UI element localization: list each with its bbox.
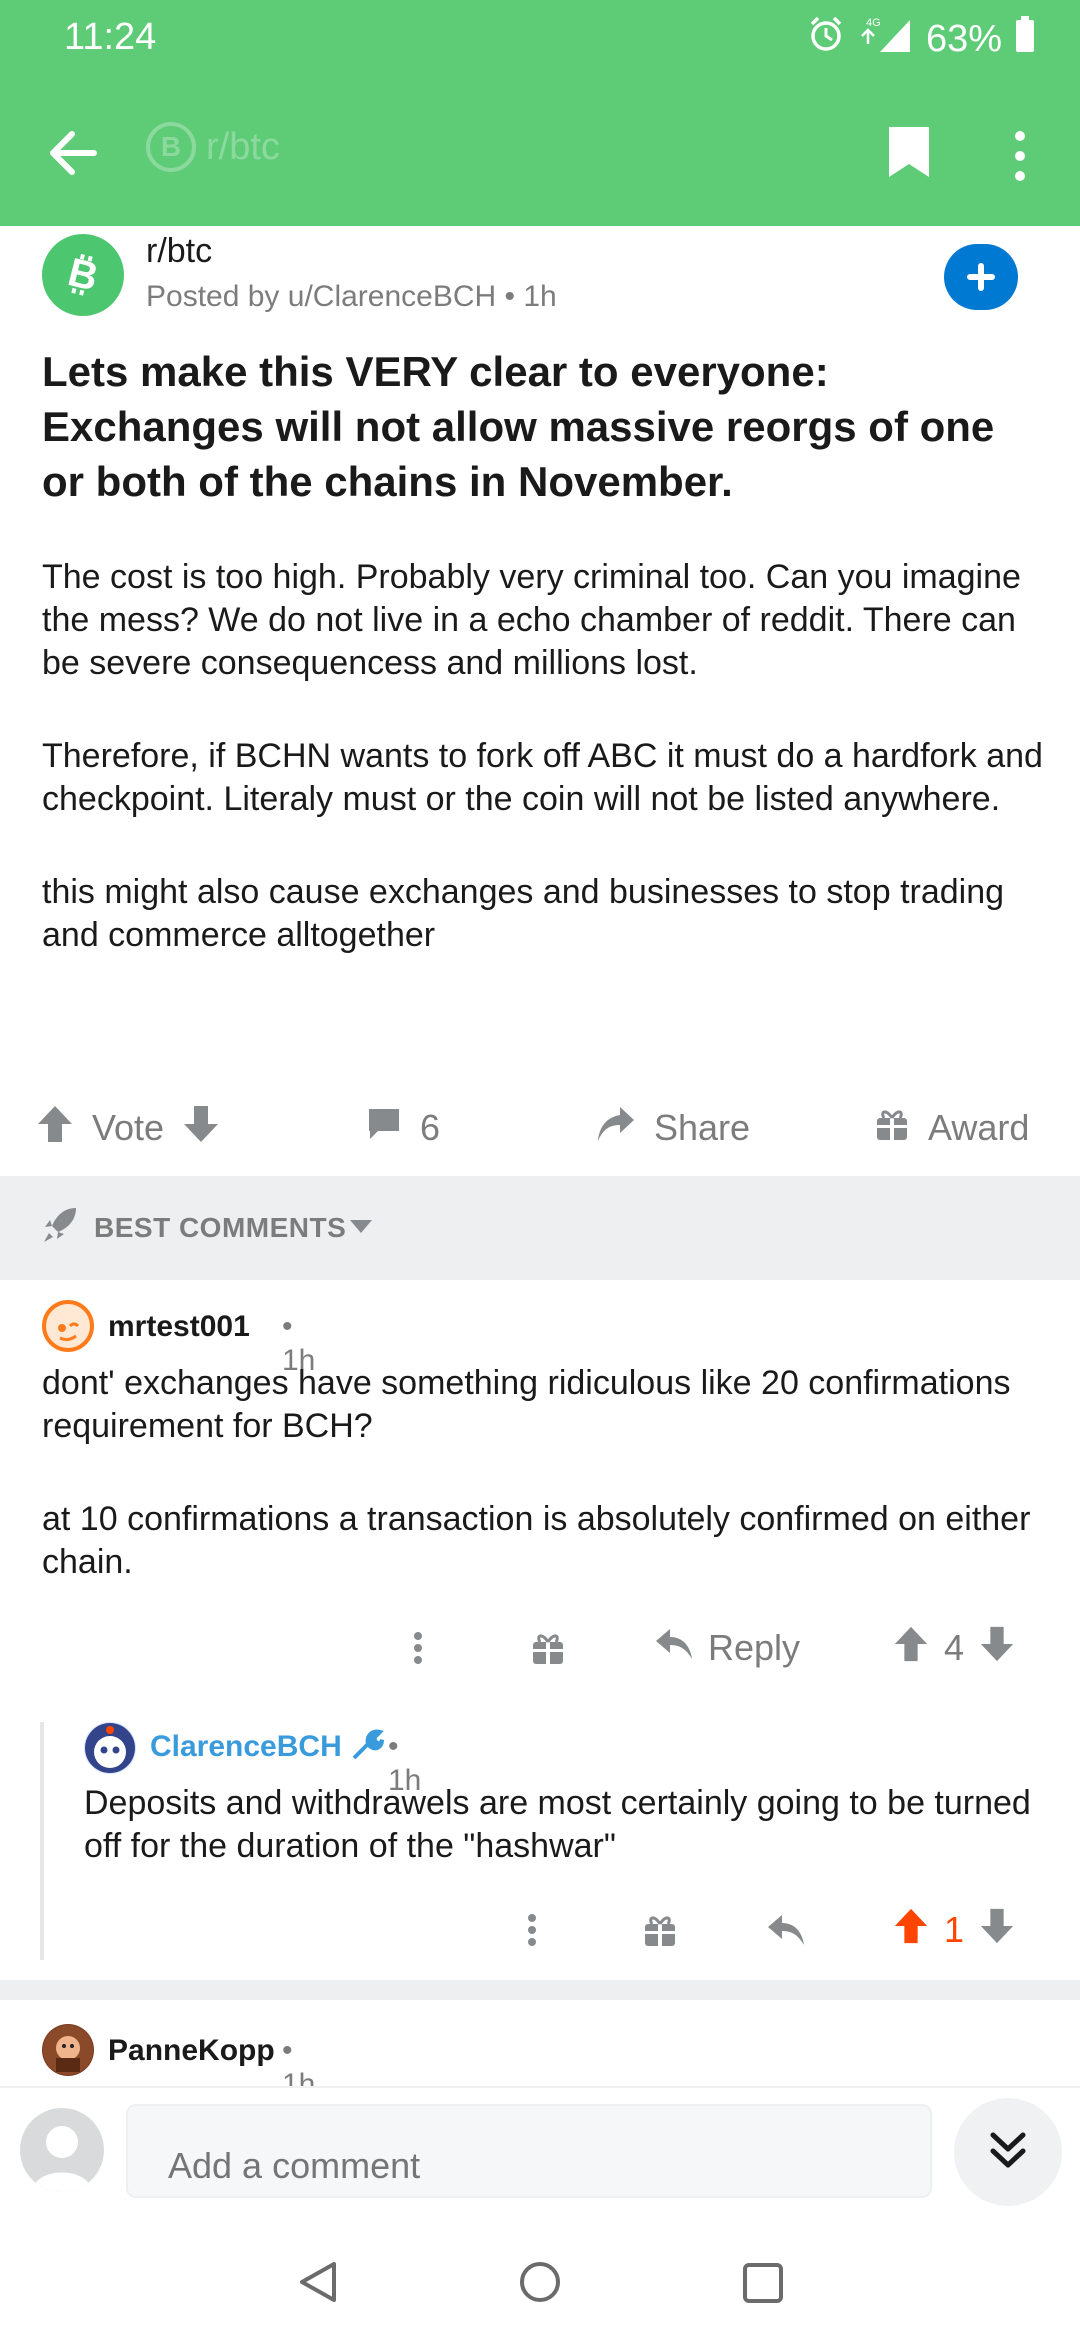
- network-type: 4G: [866, 17, 881, 29]
- status-bar: 11:24 4G 63%: [0, 0, 1080, 80]
- comment-vote-group: 4: [892, 1618, 1016, 1678]
- vote-score: 1: [944, 1909, 965, 1950]
- comments-sort-bar[interactable]: BEST COMMENTS: [0, 1176, 1080, 1280]
- gift-icon: [874, 1106, 910, 1151]
- comment-vote-group: 1: [892, 1900, 1016, 1960]
- comment-actions: Reply 4: [0, 1618, 1080, 1678]
- comment-paragraph: Deposits and withdrawels are most certai…: [84, 1784, 1031, 1865]
- battery-percent: 63%: [925, 17, 1002, 60]
- nav-back-icon[interactable]: [298, 2260, 338, 2309]
- chevron-down-icon: [350, 1220, 372, 1239]
- avatar[interactable]: [42, 1300, 94, 1352]
- reply-icon[interactable]: [766, 1900, 806, 1960]
- post-paragraph: this might also cause exchanges and busi…: [42, 873, 1005, 954]
- more-options-icon[interactable]: [412, 1618, 424, 1678]
- avatar[interactable]: [84, 1722, 136, 1774]
- comment-actions: 1: [0, 1900, 1080, 1960]
- upvote-icon[interactable]: [892, 1907, 930, 1954]
- app-bar: B r/btc: [0, 80, 1080, 226]
- vote-group: Vote: [36, 1090, 220, 1166]
- status-icons: 4G 63%: [806, 14, 1036, 64]
- nav-home-icon[interactable]: [518, 2260, 562, 2309]
- bitcoin-icon: B: [146, 122, 196, 172]
- more-options-icon[interactable]: [526, 1900, 538, 1960]
- sort-label: BEST COMMENTS: [94, 1212, 347, 1243]
- downvote-icon[interactable]: [978, 1907, 1016, 1954]
- comment-input-bar: [0, 2086, 1080, 2218]
- comment-body: Deposits and withdrawels are most certai…: [84, 1782, 1054, 1918]
- upvote-icon[interactable]: [36, 1104, 74, 1153]
- comment-username[interactable]: PanneKopp: [108, 2034, 275, 2068]
- subreddit-avatar[interactable]: B: [42, 234, 124, 316]
- nav-recents-icon[interactable]: [742, 2262, 784, 2309]
- back-arrow-icon[interactable]: [44, 124, 102, 187]
- avatar[interactable]: [42, 2024, 94, 2076]
- comment-bubble-icon: [366, 1106, 402, 1151]
- award-label: Award: [928, 1107, 1030, 1148]
- comments-count: 6: [420, 1107, 441, 1148]
- reply-label: Reply: [708, 1627, 801, 1668]
- reply-button[interactable]: Reply: [654, 1618, 800, 1678]
- comment-input[interactable]: [126, 2104, 932, 2198]
- downvote-icon[interactable]: [978, 1625, 1016, 1672]
- subreddit-title[interactable]: B r/btc: [146, 122, 280, 172]
- comment-username[interactable]: mrtest001: [108, 1310, 250, 1344]
- moderator-wrench-icon: [348, 1728, 384, 1769]
- award-icon[interactable]: [642, 1900, 678, 1960]
- reply-icon: [654, 1627, 694, 1670]
- comment-divider: [0, 1980, 1080, 2000]
- user-avatar[interactable]: [20, 2108, 104, 2192]
- comment-username[interactable]: ClarenceBCH: [150, 1730, 342, 1764]
- comments-button[interactable]: 6: [366, 1090, 440, 1166]
- bookmark-icon[interactable]: [886, 124, 932, 185]
- battery-icon: [1014, 14, 1036, 64]
- subreddit-name[interactable]: r/btc: [146, 232, 212, 271]
- award-icon[interactable]: [530, 1618, 566, 1678]
- more-options-icon[interactable]: [1010, 128, 1030, 189]
- vote-label: Vote: [92, 1107, 165, 1148]
- share-button[interactable]: Share: [596, 1090, 750, 1166]
- posted-by[interactable]: Posted by u/ClarenceBCH • 1h: [146, 280, 557, 314]
- status-time: 11:24: [64, 16, 157, 58]
- signal-icon: 4G: [858, 14, 914, 64]
- upvote-icon[interactable]: [892, 1625, 930, 1672]
- system-nav-bar: [0, 2216, 1080, 2340]
- share-label: Share: [654, 1107, 751, 1148]
- post-paragraph: Therefore, if BCHN wants to fork off ABC…: [42, 737, 1043, 818]
- post-title: Lets make this VERY clear to everyone: E…: [42, 348, 995, 505]
- double-chevron-down-icon: [987, 2129, 1029, 2176]
- vote-score: 4: [944, 1627, 965, 1668]
- comment-paragraph: at 10 confirmations a transaction is abs…: [42, 1500, 1031, 1581]
- rocket-icon: [42, 1206, 78, 1249]
- collapse-comments-button[interactable]: [954, 2098, 1062, 2206]
- post-actions: Vote 6 Share Award: [0, 1090, 1080, 1166]
- award-button[interactable]: Award: [874, 1090, 1029, 1166]
- alarm-icon: [806, 14, 846, 64]
- comment-body: dont' exchanges have something ridiculou…: [42, 1362, 1052, 1634]
- subreddit-title-label: r/btc: [206, 125, 280, 168]
- downvote-icon[interactable]: [182, 1104, 220, 1153]
- share-arrow-icon: [596, 1105, 636, 1152]
- comment-paragraph: dont' exchanges have something ridiculou…: [42, 1364, 1011, 1445]
- join-button[interactable]: [944, 244, 1018, 310]
- post-body: The cost is too high. Probably very crim…: [42, 556, 1052, 1007]
- post-paragraph: The cost is too high. Probably very crim…: [42, 558, 1021, 682]
